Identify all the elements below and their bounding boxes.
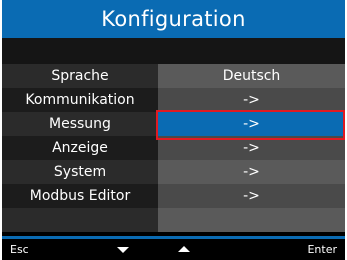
- menu-label: Sprache: [2, 64, 158, 88]
- arrow-up-icon[interactable]: [178, 246, 190, 252]
- menu-value-empty: [158, 208, 345, 232]
- menu-label: Messung: [2, 112, 158, 136]
- menu-label: System: [2, 160, 158, 184]
- menu-row-system[interactable]: System ->: [2, 160, 345, 184]
- config-menu: Sprache Deutsch Kommunikation -> Messung…: [2, 64, 345, 232]
- menu-label: Anzeige: [2, 136, 158, 160]
- menu-value[interactable]: ->: [158, 88, 345, 112]
- enter-softkey[interactable]: Enter: [307, 239, 337, 260]
- menu-row-kommunikation[interactable]: Kommunikation ->: [2, 88, 345, 112]
- selection-highlight: [156, 110, 345, 140]
- menu-label: Kommunikation: [2, 88, 158, 112]
- page-title: Konfiguration: [2, 0, 345, 38]
- header-spacer: [2, 38, 345, 64]
- esc-softkey[interactable]: Esc: [10, 239, 29, 260]
- device-screen: Konfiguration Sprache Deutsch Kommunikat…: [2, 0, 345, 260]
- menu-value[interactable]: Deutsch: [158, 64, 345, 88]
- menu-row-empty: [2, 208, 345, 232]
- softkey-bar: Esc Enter: [2, 239, 345, 260]
- menu-label-empty: [2, 208, 158, 232]
- menu-row-modbus-editor[interactable]: Modbus Editor ->: [2, 184, 345, 208]
- arrow-down-icon[interactable]: [117, 247, 129, 253]
- menu-value[interactable]: ->: [158, 184, 345, 208]
- menu-value[interactable]: ->: [158, 160, 345, 184]
- menu-row-sprache[interactable]: Sprache Deutsch: [2, 64, 345, 88]
- menu-label: Modbus Editor: [2, 184, 158, 208]
